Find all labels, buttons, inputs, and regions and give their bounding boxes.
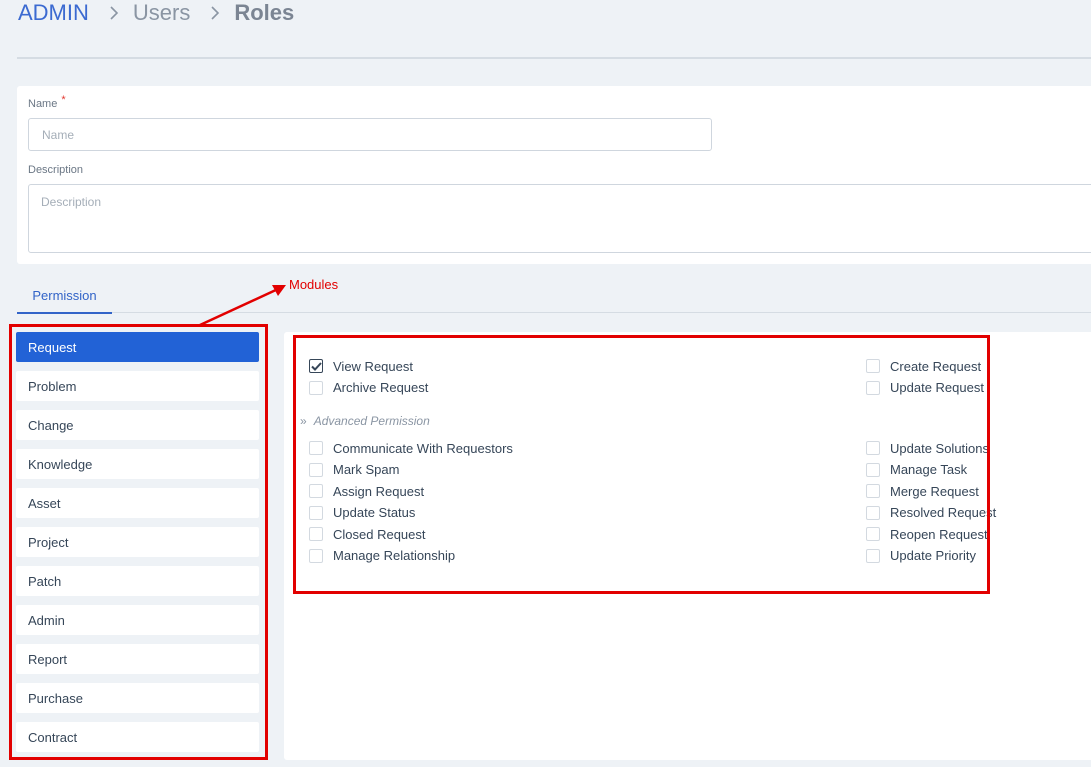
breadcrumb-roles: Roles (234, 0, 295, 25)
description-input[interactable] (28, 184, 1091, 253)
name-label: Name * (28, 94, 66, 110)
tab-permission[interactable]: Permission (17, 278, 112, 314)
description-label: Description (28, 164, 84, 176)
annotation-box-permissions (293, 335, 990, 594)
required-marker: * (61, 94, 66, 106)
name-input[interactable] (28, 118, 712, 151)
chevron-right-icon (210, 6, 220, 20)
annotation-label: Modules (289, 277, 339, 292)
header-divider (17, 57, 1091, 59)
chevron-right-icon (109, 6, 119, 20)
breadcrumb: ADMIN Users Roles (18, 0, 294, 28)
annotation-box-modules (9, 324, 268, 760)
role-form-card: Name* Description (17, 86, 1091, 264)
annotation-arrow-icon (199, 285, 286, 327)
breadcrumb-admin[interactable]: ADMIN (18, 0, 89, 26)
breadcrumb-users[interactable]: Users (133, 0, 190, 26)
